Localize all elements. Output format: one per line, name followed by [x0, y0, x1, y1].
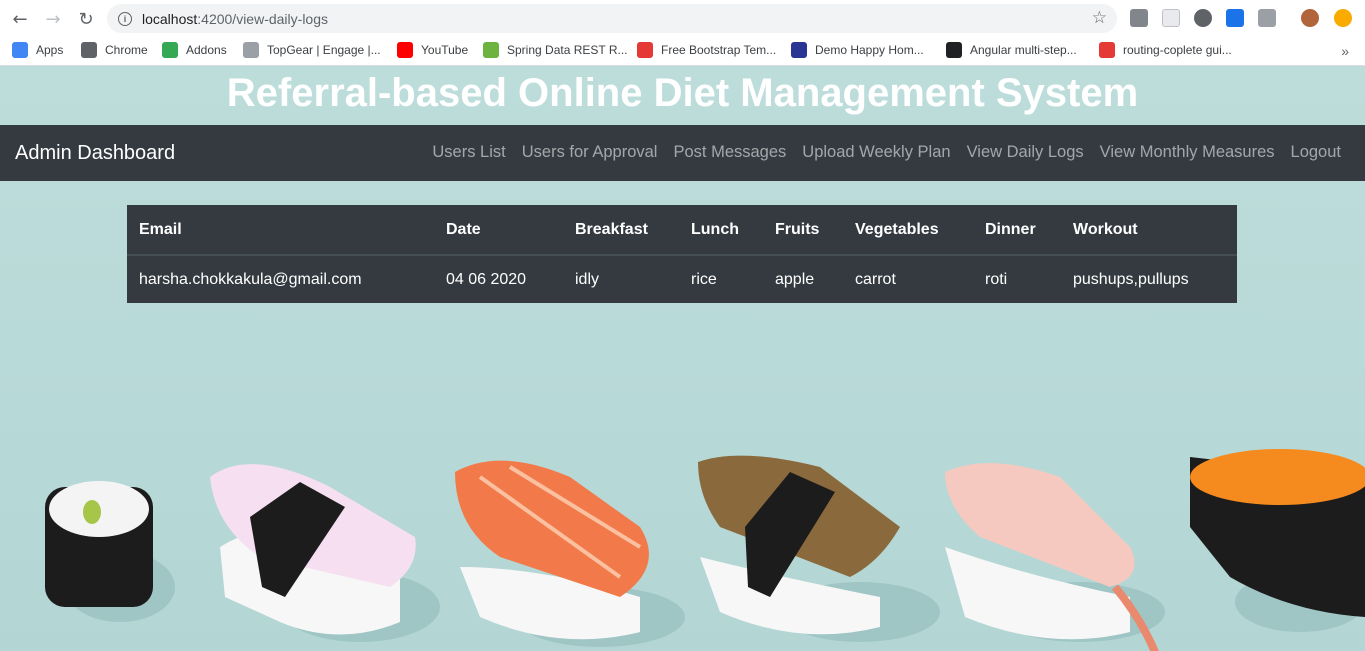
navbar-brand[interactable]: Admin Dashboard [15, 142, 175, 165]
bookmark-item[interactable]: routing-coplete gui... [1099, 42, 1232, 58]
salmon-nigiri-icon [455, 460, 685, 647]
squid-nigiri-icon [210, 464, 440, 642]
nav-link-view-daily-logs[interactable]: View Daily Logs [967, 143, 1084, 162]
bookmarks-bar: Apps Chrome Addons TopGear | Engage |... You… [0, 37, 1365, 66]
column-header: Email [127, 205, 434, 256]
table-row: harsha.chokkakula@gmail.com 04 06 2020 idl… [127, 255, 1237, 303]
browser-toolbar: ← → ↻ i localhost:4200/view-daily-logs ☆ [0, 0, 1365, 37]
bookmark-favicon-icon [12, 42, 28, 58]
bookmark-item[interactable]: Apps [12, 42, 63, 58]
bookmark-item[interactable]: Angular multi-step... [946, 42, 1077, 58]
bookmark-item[interactable]: Demo Happy Hom... [791, 42, 924, 58]
extension-ci-icon[interactable] [1258, 9, 1276, 27]
nav-link-logout[interactable]: Logout [1291, 143, 1341, 162]
bookmark-label: TopGear | Engage |... [267, 43, 381, 57]
bookmark-label: Addons [186, 43, 227, 57]
bookmark-item[interactable]: YouTube [397, 42, 468, 58]
column-header: Date [434, 205, 563, 256]
bookmark-item[interactable]: Free Bootstrap Tem... [637, 42, 776, 58]
nav-link-upload-weekly-plan[interactable]: Upload Weekly Plan [802, 143, 950, 162]
bookmark-item[interactable]: Chrome [81, 42, 148, 58]
column-header: Lunch [679, 205, 763, 256]
bookmark-favicon-icon [397, 42, 413, 58]
bookmark-favicon-icon [483, 42, 499, 58]
forward-icon[interactable]: → [41, 7, 65, 31]
bookmark-item[interactable]: TopGear | Engage |... [243, 42, 381, 58]
table-cell: harsha.chokkakula@gmail.com [139, 270, 362, 288]
table-cell: carrot [855, 270, 896, 288]
bookmark-label: Apps [36, 43, 64, 57]
bookmark-favicon-icon [243, 42, 259, 58]
bookmark-favicon-icon [637, 42, 653, 58]
table-cell: idly [575, 270, 600, 288]
back-icon[interactable]: ← [8, 7, 32, 31]
bookmark-favicon-icon [162, 42, 178, 58]
bookmark-favicon-icon [946, 42, 962, 58]
more-bookmarks-icon[interactable]: » [1341, 43, 1349, 59]
daily-logs-table: Email Date Breakfast Lunch Fruits Vegetables D… [127, 205, 1237, 303]
bookmark-label: Angular multi-step... [970, 43, 1077, 57]
table-cell: roti [985, 270, 1008, 288]
address-url[interactable]: localhost:4200/view-daily-logs [142, 11, 328, 27]
bookmark-item[interactable]: Addons [162, 42, 227, 58]
info-icon[interactable]: i [118, 11, 132, 26]
url-host: localhost [142, 10, 198, 27]
bookmark-label: Chrome [105, 43, 148, 57]
bookmark-favicon-icon [1099, 42, 1115, 58]
column-header: Fruits [763, 205, 843, 256]
bookmark-label: YouTube [421, 43, 469, 57]
page-body: Referral-based Online Diet Management Sy… [0, 67, 1365, 651]
bookmark-label: Spring Data REST R... [507, 43, 628, 57]
url-path: :4200/view-daily-logs [197, 10, 328, 27]
reload-icon[interactable]: ↻ [74, 7, 98, 31]
nav-link-users-for-approval[interactable]: Users for Approval [522, 143, 658, 162]
column-header: Vegetables [843, 205, 973, 256]
nav-link-post-messages[interactable]: Post Messages [673, 143, 786, 162]
table-header-row: Email Date Breakfast Lunch Fruits Vegetables D… [127, 205, 1237, 256]
table-cell: 04 06 2020 [446, 270, 527, 288]
extension-circle-icon[interactable] [1194, 9, 1212, 27]
maki-roll-icon [45, 481, 175, 622]
column-header: Dinner [973, 205, 1061, 256]
bookmark-label: Free Bootstrap Tem... [661, 43, 777, 57]
bookmark-item[interactable]: Spring Data REST R... [483, 42, 628, 58]
sushi-illustration [45, 449, 1365, 651]
table-body: harsha.chokkakula@gmail.com 04 06 2020 idl… [127, 255, 1237, 303]
extension-doc-icon[interactable] [1162, 9, 1180, 27]
update-icon[interactable] [1334, 9, 1352, 27]
navbar: Admin Dashboard Users List Users for Appr… [0, 125, 1365, 181]
nav-link-view-monthly-measures[interactable]: View Monthly Measures [1100, 143, 1275, 162]
table-cell: apple [775, 270, 815, 288]
nav-link-users-list[interactable]: Users List [432, 143, 505, 162]
ikura-gunkan-icon [1190, 449, 1365, 632]
bookmark-star-icon[interactable]: ☆ [1092, 8, 1107, 28]
extension-blue-icon[interactable] [1226, 9, 1244, 27]
nav-links: Users List Users for Approval Post Message… [432, 143, 1341, 162]
table-cell: rice [691, 270, 717, 288]
page-title: Referral-based Online Diet Management Sy… [226, 71, 1139, 115]
eel-nigiri-icon [698, 455, 940, 642]
column-header: Workout [1061, 205, 1237, 256]
address-bar[interactable]: i localhost:4200/view-daily-logs ☆ [107, 4, 1117, 33]
bookmark-favicon-icon [791, 42, 807, 58]
table-cell: pushups,pullups [1073, 270, 1189, 288]
avatar[interactable] [1301, 9, 1319, 27]
bookmark-label: Demo Happy Hom... [815, 43, 924, 57]
extension-cube-icon[interactable] [1130, 9, 1148, 27]
bookmark-label: routing-coplete gui... [1123, 43, 1232, 57]
column-header: Breakfast [563, 205, 679, 256]
bookmark-favicon-icon [81, 42, 97, 58]
shrimp-nigiri-icon [945, 463, 1165, 651]
